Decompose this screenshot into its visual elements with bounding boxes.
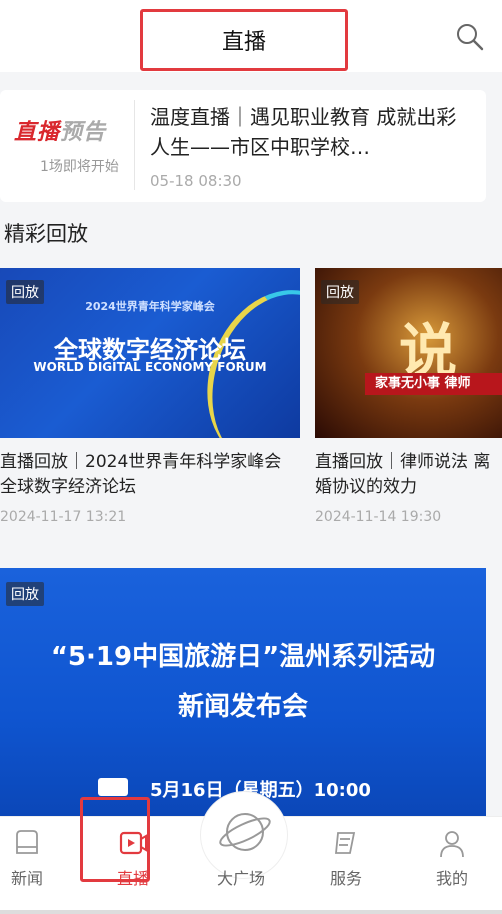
banner-headline: “5·19中国旅游日”温州系列活动 [50,642,436,672]
thumbnail-banner: 家事无小事 律师 [365,373,502,395]
search-icon [457,24,484,51]
bottom-tab-bar: 新闻 直播 大广场 服务 我的 [0,791,502,914]
replay-thumbnail-2[interactable]: 回放 说 家事无小事 律师 [315,268,502,438]
featured-replay-banner[interactable]: 回放 “5·19中国旅游日”温州系列活动 新闻发布会 5月16日（星期五）10:… [0,568,486,816]
tab-label: 我的 [435,869,468,888]
profile-icon [440,831,464,858]
divider [134,100,135,190]
live-preview-logo: 直播预告 [14,119,107,145]
live-preview-time: 05-18 08:30 [150,172,242,190]
tab-plaza[interactable]: 大广场 [206,817,276,914]
app-header: 直播 [0,0,502,72]
thumbnail-subheadline: WORLD DIGITAL ECONOMY FORUM [33,360,267,374]
replay-date-2: 2024-11-14 19:30 [315,509,442,525]
live-preview-title: 温度直播｜遇见职业教育 成就出彩人生——市区中职学校… [150,105,457,159]
replay-badge: 回放 [321,280,359,304]
video-camera-icon [98,778,128,796]
tab-label: 服务 [329,869,362,888]
service-icon [335,832,356,854]
replay-badge: 回放 [6,582,44,606]
live-icon [119,831,147,855]
tab-label: 大广场 [216,869,265,888]
replay-date-1: 2024-11-17 13:21 [0,509,127,525]
bottom-edge-line [0,910,502,914]
news-icon [16,830,38,854]
tab-label: 新闻 [10,869,43,888]
live-upcoming-count: 1场即将开始 [40,159,119,175]
tab-news[interactable]: 新闻 [0,817,62,914]
banner-subheadline: 新闻发布会 [177,692,308,722]
tab-label: 直播 [116,869,149,888]
replay-title-2[interactable]: 直播回放｜律师说法 离婚协议的效力 [315,450,502,500]
tab-live[interactable]: 直播 [98,817,168,914]
tab-service[interactable]: 服务 [311,817,381,914]
thumbnail-caption: 2024世界青年科学家峰会 [85,300,215,313]
page-title: 直播 [140,9,348,71]
section-title: 精彩回放 [4,222,88,246]
tab-profile[interactable]: 我的 [417,817,487,914]
search-button[interactable] [455,22,485,52]
live-preview-card[interactable]: 直播预告 1场即将开始 温度直播｜遇见职业教育 成就出彩人生——市区中职学校… [0,90,486,202]
replay-thumbnail-1[interactable]: 回放 2024世界青年科学家峰会 全球数字经济论坛 WORLD DIGITAL … [0,268,300,438]
replay-title-1[interactable]: 直播回放｜2024世界青年科学家峰会 全球数字经济论坛 [0,450,302,500]
